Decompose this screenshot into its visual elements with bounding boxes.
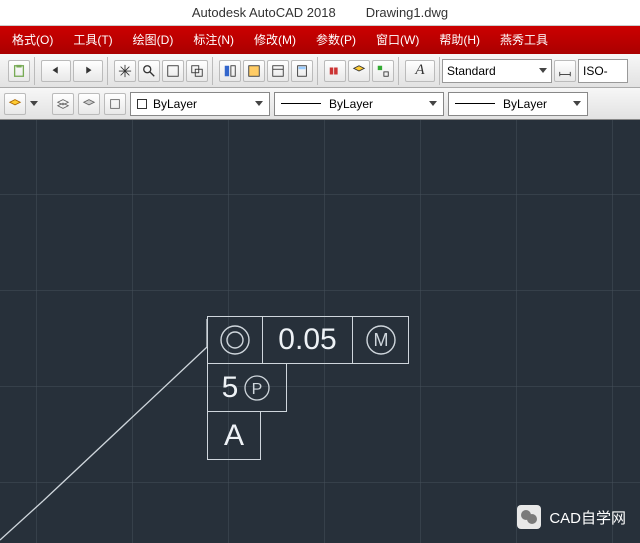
chevron-down-icon: [539, 68, 547, 73]
watermark: CAD自学网: [517, 505, 626, 529]
lineweight-value: ByLayer: [503, 97, 547, 111]
dim-style-icon[interactable]: [554, 60, 576, 82]
properties-icon[interactable]: [219, 60, 241, 82]
text-style-value: Standard: [447, 64, 496, 78]
dim-style-value: ISO-: [583, 64, 608, 78]
chevron-down-icon: [255, 101, 263, 106]
chevron-down-icon: [573, 101, 581, 106]
menu-help[interactable]: 帮助(H): [429, 26, 490, 54]
chevron-down-icon[interactable]: [30, 101, 38, 106]
layer-prev-icon[interactable]: [4, 93, 26, 115]
toolbar-standard: A Standard ISO-: [0, 54, 640, 88]
menu-extra[interactable]: 燕秀工具: [490, 26, 558, 54]
tool-palettes-icon[interactable]: [267, 60, 289, 82]
color-swatch-icon: [137, 99, 147, 109]
layer-filter-icon[interactable]: [104, 93, 126, 115]
app-name: Autodesk AutoCAD 2018: [192, 5, 336, 20]
menu-draw[interactable]: 绘图(D): [123, 26, 184, 54]
chevron-down-icon: [429, 101, 437, 106]
watermark-text: CAD自学网: [549, 507, 626, 528]
undo-button[interactable]: [41, 60, 71, 82]
gtol-symbol-concentricity: [207, 316, 263, 364]
menu-bar: 格式(O) 工具(T) 绘图(D) 标注(N) 修改(M) 参数(P) 窗口(W…: [0, 26, 640, 54]
text-style-button[interactable]: A: [405, 60, 435, 82]
gtol-tolerance-value: 0.05: [263, 316, 353, 364]
layer-icon[interactable]: [348, 60, 370, 82]
linetype-dropdown[interactable]: ByLayer: [274, 92, 444, 116]
menu-window[interactable]: 窗口(W): [366, 26, 429, 54]
zoom-prev-icon[interactable]: [186, 60, 208, 82]
lineweight-preview-icon: [455, 103, 495, 104]
zoom-window-icon[interactable]: [162, 60, 184, 82]
menu-tools[interactable]: 工具(T): [63, 26, 122, 54]
gtol-projected-value: 5: [222, 371, 239, 405]
text-style-dropdown[interactable]: Standard: [442, 59, 552, 83]
menu-dimension[interactable]: 标注(N): [183, 26, 244, 54]
wechat-icon: [517, 505, 541, 529]
layer-iso-icon[interactable]: [78, 93, 100, 115]
gtol-datum-a: A: [207, 412, 261, 460]
linetype-value: ByLayer: [329, 97, 373, 111]
menu-modify[interactable]: 修改(M): [244, 26, 306, 54]
menu-format[interactable]: 格式(O): [2, 26, 63, 54]
paste-icon[interactable]: [8, 60, 30, 82]
gtol-material-condition-m: M: [353, 316, 409, 364]
calc-icon[interactable]: [291, 60, 313, 82]
toolbar-properties: ByLayer ByLayer ByLayer: [0, 88, 640, 120]
pan-icon[interactable]: [114, 60, 136, 82]
layer-color-dropdown[interactable]: ByLayer: [130, 92, 270, 116]
dim-style-dropdown[interactable]: ISO-: [578, 59, 628, 83]
drawing-canvas[interactable]: 0.05 M 5 P A CAD自学网: [0, 120, 640, 543]
svg-text:P: P: [252, 381, 263, 398]
svg-text:M: M: [373, 330, 388, 350]
gtol-projected-zone: 5 P: [207, 364, 287, 412]
lineweight-dropdown[interactable]: ByLayer: [448, 92, 588, 116]
title-bar: Autodesk AutoCAD 2018 Drawing1.dwg: [0, 0, 640, 26]
redo-button[interactable]: [73, 60, 103, 82]
geometric-tolerance-frame[interactable]: 0.05 M 5 P A: [207, 316, 409, 460]
sheet-set-icon[interactable]: [243, 60, 265, 82]
match-icon[interactable]: [372, 60, 394, 82]
layer-states-icon[interactable]: [52, 93, 74, 115]
layer-color-value: ByLayer: [153, 97, 255, 111]
linetype-preview-icon: [281, 103, 321, 104]
menu-param[interactable]: 参数(P): [306, 26, 366, 54]
zoom-icon[interactable]: [138, 60, 160, 82]
file-name: Drawing1.dwg: [366, 5, 448, 20]
block-icon[interactable]: [324, 60, 346, 82]
